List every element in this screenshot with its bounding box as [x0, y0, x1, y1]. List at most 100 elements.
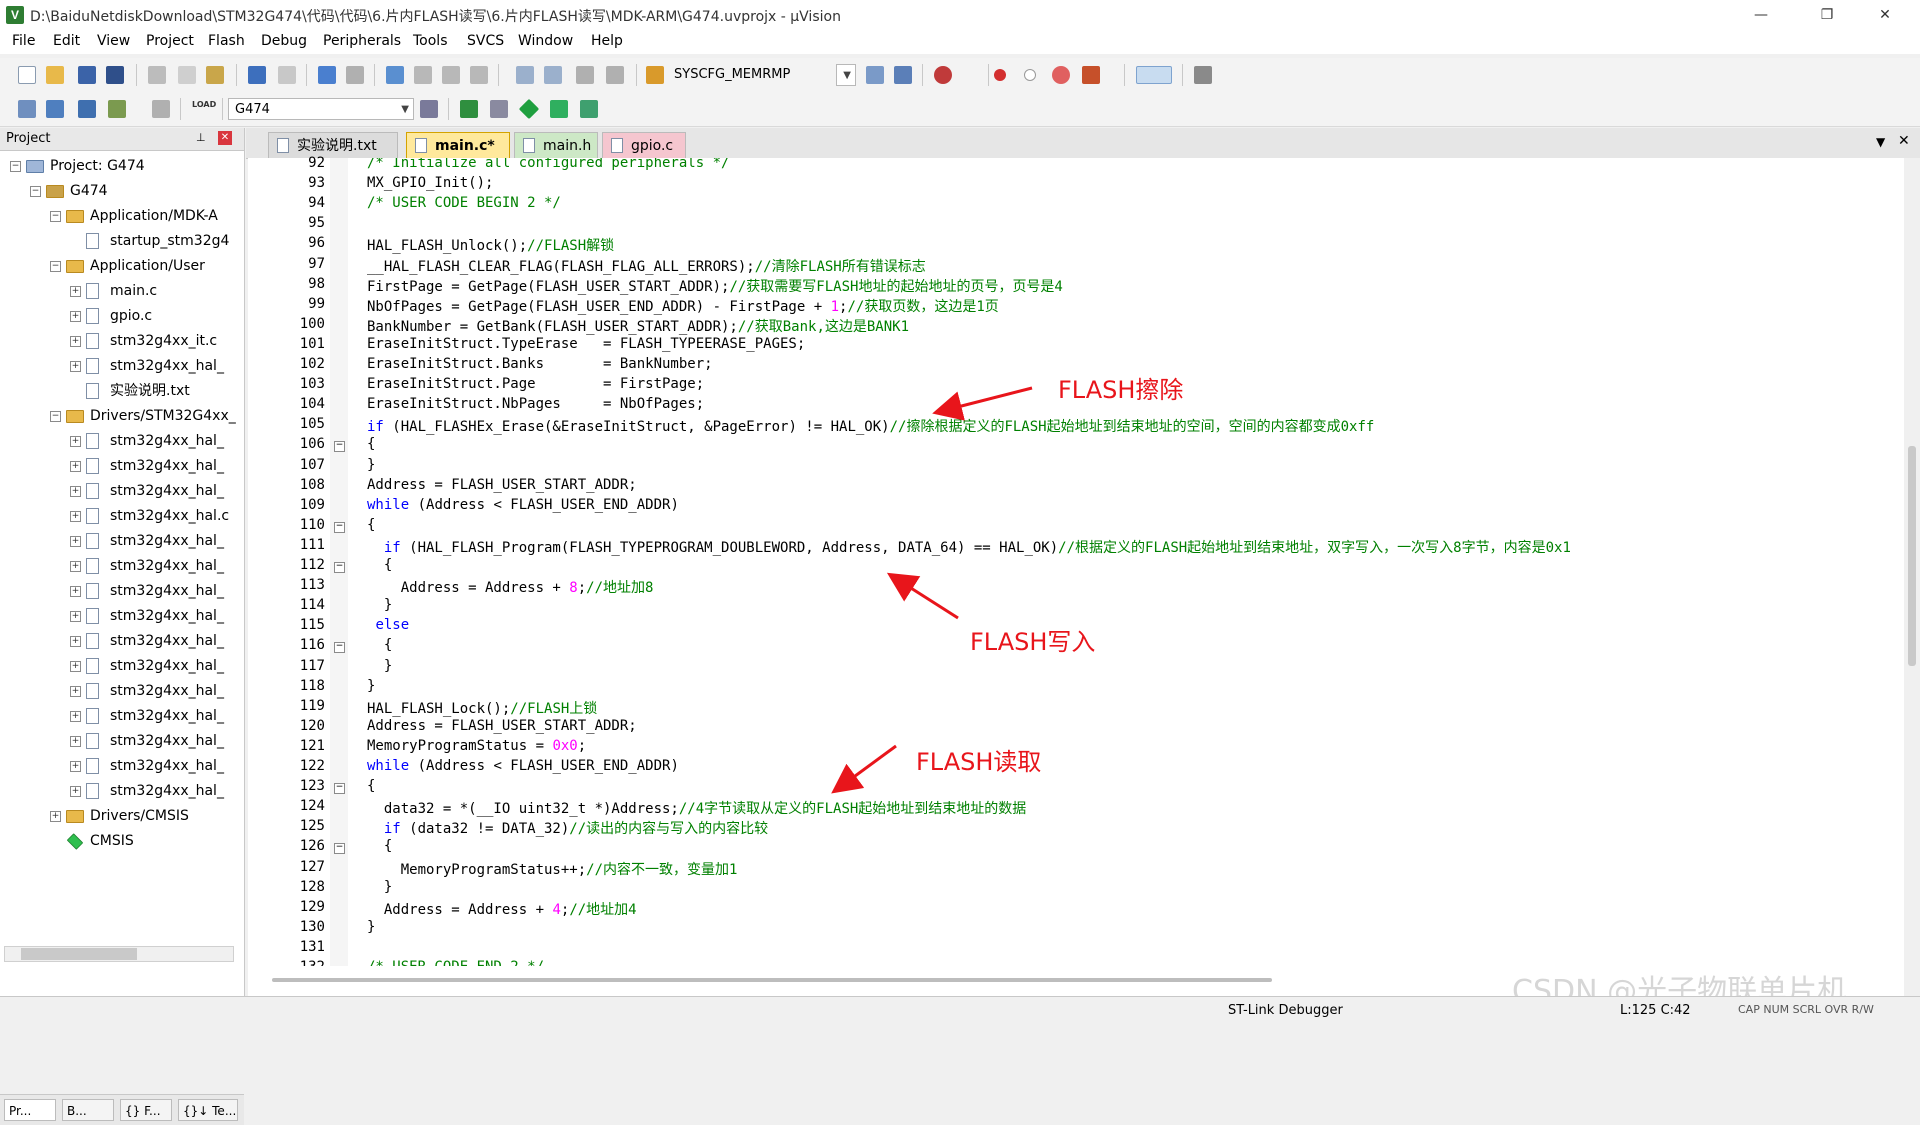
tree-item[interactable]: + stm32g4xx_it.c — [0, 329, 240, 353]
expand-icon[interactable]: + — [70, 611, 81, 622]
tree-item[interactable]: + stm32g4xx_hal.c — [0, 504, 240, 528]
tree-item[interactable]: + stm32g4xx_hal_ — [0, 429, 240, 453]
uncomment-icon[interactable] — [606, 66, 624, 84]
batch-build-icon[interactable] — [108, 100, 126, 118]
horizontal-scrollbar[interactable] — [4, 946, 234, 962]
expand-icon[interactable]: + — [70, 586, 81, 597]
expand-icon[interactable]: + — [70, 286, 81, 297]
expand-icon[interactable]: + — [70, 786, 81, 797]
navigate-forward-icon[interactable] — [346, 66, 364, 84]
undo-icon[interactable] — [248, 66, 266, 84]
expand-icon[interactable]: + — [50, 811, 61, 822]
save-icon[interactable] — [78, 66, 96, 84]
tab-main-h[interactable]: main.h — [514, 132, 598, 158]
expand-icon[interactable]: + — [70, 536, 81, 547]
find-in-files-icon[interactable] — [646, 66, 664, 84]
configure-icon[interactable] — [1194, 66, 1212, 84]
expand-icon[interactable]: + — [70, 711, 81, 722]
redo-icon[interactable] — [278, 66, 296, 84]
menu-debug[interactable]: Debug — [261, 33, 307, 49]
tab-templates[interactable]: {}↓ Te... — [178, 1099, 238, 1121]
editor-vertical-scrollbar[interactable] — [1904, 158, 1920, 966]
menu-svcs[interactable]: SVCS — [467, 33, 504, 49]
target-options-icon[interactable] — [420, 100, 438, 118]
tree-item[interactable]: + stm32g4xx_hal_ — [0, 704, 240, 728]
new-file-icon[interactable] — [18, 66, 36, 84]
expand-icon[interactable]: + — [70, 636, 81, 647]
save-all-icon[interactable] — [106, 66, 124, 84]
tree-item[interactable]: CMSIS — [0, 829, 240, 853]
stop-build-icon[interactable] — [152, 100, 170, 118]
close-tab-icon[interactable]: ✕ — [1898, 133, 1910, 149]
find-icon[interactable] — [866, 66, 884, 84]
file-extensions-icon[interactable] — [490, 100, 508, 118]
tab-project[interactable]: Pr... — [4, 1099, 56, 1121]
menu-peripherals[interactable]: Peripherals — [323, 33, 401, 49]
close-panel-icon[interactable]: ✕ — [218, 131, 232, 145]
scrollbar-thumb[interactable] — [21, 948, 137, 960]
manage-run-time-icon[interactable] — [580, 100, 598, 118]
target-select[interactable]: G474 ▼ — [228, 98, 414, 120]
insert-breakpoint-icon[interactable] — [994, 69, 1006, 81]
expand-icon[interactable]: + — [70, 361, 81, 372]
expand-icon[interactable]: + — [70, 486, 81, 497]
cut-icon[interactable] — [148, 66, 166, 84]
tree-item[interactable]: + stm32g4xx_hal_ — [0, 579, 240, 603]
tab-main-c[interactable]: main.c* — [406, 132, 510, 158]
tree-item[interactable]: − Application/User — [0, 254, 240, 278]
expand-icon[interactable]: + — [70, 661, 81, 672]
collapse-icon[interactable]: − — [10, 161, 21, 172]
menu-window[interactable]: Window — [518, 33, 573, 49]
collapse-icon[interactable]: − — [50, 261, 61, 272]
comment-icon[interactable] — [576, 66, 594, 84]
enable-breakpoint-icon[interactable] — [1024, 69, 1036, 81]
code-editor[interactable]: 92 93 94 95 96 97 98 99 100 101 102 103 104 105 106 107… — [248, 155, 1920, 975]
expand-icon[interactable]: + — [70, 561, 81, 572]
indent-icon[interactable] — [516, 66, 534, 84]
pin-icon[interactable]: ⊥ — [196, 131, 206, 144]
build-icon[interactable] — [46, 100, 64, 118]
tree-item[interactable]: + stm32g4xx_hal_ — [0, 654, 240, 678]
open-file-icon[interactable] — [46, 66, 64, 84]
tree-item[interactable]: + stm32g4xx_hal_ — [0, 554, 240, 578]
scrollbar-thumb[interactable] — [1908, 446, 1916, 666]
tree-item[interactable]: startup_stm32g4 — [0, 229, 240, 253]
tree-item[interactable]: + stm32g4xx_hal_ — [0, 779, 240, 803]
unindent-icon[interactable] — [544, 66, 562, 84]
tree-item[interactable]: + stm32g4xx_hal_ — [0, 679, 240, 703]
collapse-icon[interactable]: − — [30, 186, 41, 197]
kill-breakpoints-icon[interactable] — [1082, 66, 1100, 84]
prev-bookmark-icon[interactable] — [414, 66, 432, 84]
expand-icon[interactable]: + — [70, 311, 81, 322]
bookmark-icon[interactable] — [386, 66, 404, 84]
tab-list-dropdown-icon[interactable]: ▼ — [1876, 135, 1885, 149]
navigate-back-icon[interactable] — [318, 66, 336, 84]
pack-installer-icon[interactable] — [550, 100, 568, 118]
copy-icon[interactable] — [178, 66, 196, 84]
tab-functions[interactable]: {} F... — [120, 1099, 172, 1121]
collapse-icon[interactable]: − — [50, 411, 61, 422]
expand-icon[interactable]: + — [70, 686, 81, 697]
collapse-icon[interactable]: − — [50, 211, 61, 222]
tree-item[interactable]: + stm32g4xx_hal_ — [0, 454, 240, 478]
expand-icon[interactable]: + — [70, 761, 81, 772]
tree-item[interactable]: + stm32g4xx_hal_ — [0, 604, 240, 628]
minimize-button[interactable]: — — [1738, 0, 1784, 30]
tree-item[interactable]: + stm32g4xx_hal_ — [0, 529, 240, 553]
tree-item[interactable]: − Project: G474 — [0, 154, 240, 178]
clear-bookmarks-icon[interactable] — [470, 66, 488, 84]
paste-icon[interactable] — [206, 66, 224, 84]
tree-item[interactable]: + stm32g4xx_hal_ — [0, 479, 240, 503]
tree-item[interactable]: + main.c — [0, 279, 240, 303]
close-window-button[interactable]: ✕ — [1862, 0, 1908, 30]
manage-components-icon[interactable] — [460, 100, 478, 118]
expand-icon[interactable]: + — [70, 736, 81, 747]
tree-item[interactable]: − G474 — [0, 179, 240, 203]
debug-session-icon[interactable] — [934, 66, 952, 84]
tree-item[interactable]: 实验说明.txt — [0, 379, 240, 403]
tree-item[interactable]: + stm32g4xx_hal_ — [0, 629, 240, 653]
menu-help[interactable]: Help — [591, 33, 623, 49]
expand-icon[interactable]: + — [70, 336, 81, 347]
find-combo-dropdown[interactable]: ▼ — [836, 64, 856, 86]
expand-icon[interactable]: + — [70, 436, 81, 447]
